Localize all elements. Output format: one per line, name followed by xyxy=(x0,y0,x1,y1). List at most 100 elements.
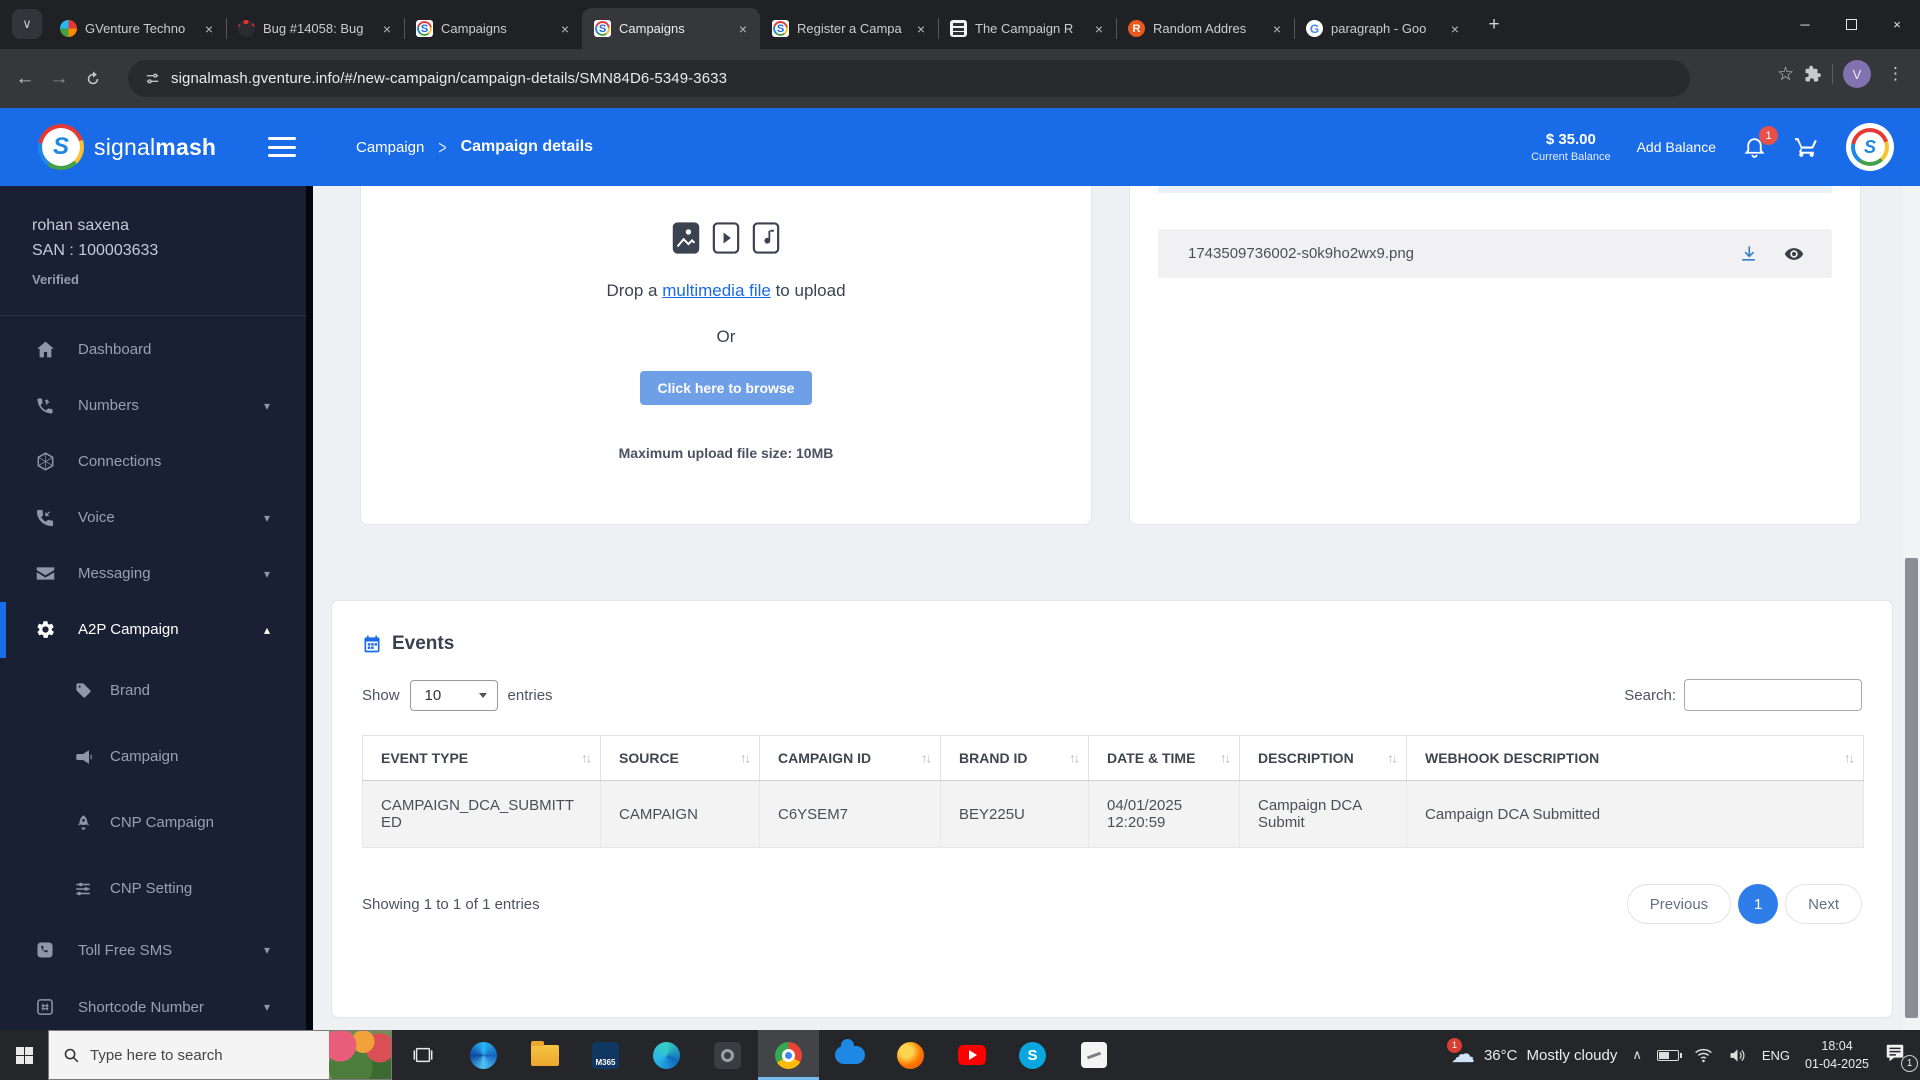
tab-close-icon[interactable]: × xyxy=(912,20,930,38)
sidebar-item-dashboard[interactable]: Dashboard xyxy=(0,322,306,378)
tray-expand-icon[interactable]: ∧ xyxy=(1632,1047,1642,1063)
back-button[interactable]: ← xyxy=(8,62,42,96)
taskbar-search[interactable]: Type here to search xyxy=(48,1030,392,1080)
sidebar-toggle-icon[interactable] xyxy=(268,137,296,157)
sidebar-item-shortcode-number[interactable]: Shortcode Number ▾ xyxy=(0,979,306,1030)
extensions-icon[interactable] xyxy=(1804,65,1822,83)
sidebar-item-toll-free-sms[interactable]: Toll Free SMS ▾ xyxy=(0,922,306,979)
column-header-description[interactable]: DESCRIPTION ↑↓ xyxy=(1239,735,1407,781)
sidebar-subitem-brand[interactable]: Brand xyxy=(0,658,306,724)
browser-profile-avatar[interactable]: V xyxy=(1843,60,1871,88)
column-header-brand-id[interactable]: BRAND ID ↑↓ xyxy=(940,735,1089,781)
volume-icon[interactable] xyxy=(1728,1047,1747,1064)
download-icon[interactable] xyxy=(1739,244,1758,263)
forward-button[interactable]: → xyxy=(42,62,76,96)
tab-close-icon[interactable]: × xyxy=(556,20,574,38)
taskbar-app-m365[interactable]: M365 xyxy=(575,1030,636,1080)
taskbar-app-chrome[interactable] xyxy=(758,1030,819,1080)
column-header-webhook-description[interactable]: WEBHOOK DESCRIPTION ↑↓ xyxy=(1406,735,1864,781)
notifications-button[interactable]: 1 xyxy=(1742,126,1778,160)
multimedia-file-link[interactable]: multimedia file xyxy=(662,281,771,300)
taskbar-app-whiteboard[interactable] xyxy=(1063,1030,1124,1080)
tab-title: Random Addres xyxy=(1153,21,1247,36)
cell-webhook-description: Campaign DCA Submitted xyxy=(1406,780,1864,848)
search-highlight-image[interactable] xyxy=(329,1031,391,1079)
taskbar-app-pinwheel[interactable] xyxy=(453,1030,514,1080)
site-info-icon[interactable] xyxy=(144,70,161,87)
browser-tab[interactable]: G paragraph - Goo × xyxy=(1294,8,1472,49)
sidebar-subitem-cnp-campaign[interactable]: CNP Campaign xyxy=(0,790,306,856)
page-size-select[interactable]: 10 xyxy=(409,679,498,711)
sidebar-subitem-campaign[interactable]: Campaign xyxy=(0,724,306,790)
wifi-icon[interactable] xyxy=(1694,1047,1713,1063)
column-header-campaign-id[interactable]: CAMPAIGN ID ↑↓ xyxy=(759,735,941,781)
sidebar-item-messaging[interactable]: Messaging ▾ xyxy=(0,546,306,602)
browser-tab-active[interactable]: Campaigns × xyxy=(582,8,760,49)
events-card: Events Show 10 entries Search: EVENT TYP… xyxy=(331,600,1893,1018)
events-title: Events xyxy=(392,633,455,654)
breadcrumb-campaign[interactable]: Campaign xyxy=(356,139,424,156)
tab-search-button[interactable]: ∨ xyxy=(12,9,42,39)
task-view-button[interactable] xyxy=(392,1030,453,1080)
tab-close-icon[interactable]: × xyxy=(1090,20,1108,38)
sidebar-item-a2p-campaign[interactable]: A2P Campaign ▴ xyxy=(0,601,306,658)
sidebar-scrollbar[interactable] xyxy=(306,186,313,1030)
taskbar-clock[interactable]: 18:04 01-04-2025 xyxy=(1805,1037,1869,1073)
browser-tab[interactable]: R Random Addres × xyxy=(1116,8,1294,49)
sidebar-item-numbers[interactable]: Numbers ▾ xyxy=(0,378,306,434)
tab-close-icon[interactable]: × xyxy=(1446,20,1464,38)
taskbar-app-onedrive[interactable] xyxy=(819,1030,880,1080)
taskbar-app-file-explorer[interactable] xyxy=(514,1030,575,1080)
sidebar-item-label: Campaign xyxy=(110,748,179,766)
whiteboard-icon xyxy=(1080,1042,1107,1068)
new-tab-button[interactable]: + xyxy=(1482,13,1506,37)
tab-close-icon[interactable]: × xyxy=(378,20,396,38)
browser-tab[interactable]: Register a Campa × xyxy=(760,8,938,49)
signalmash-logo[interactable]: signalmash xyxy=(38,124,260,170)
taskbar-app-camera[interactable] xyxy=(697,1030,758,1080)
sidebar-subitem-cnp-setting[interactable]: CNP Setting xyxy=(0,856,306,922)
skype-icon: S xyxy=(1019,1041,1046,1069)
taskbar-app-skype[interactable]: S xyxy=(1002,1030,1063,1080)
browse-button[interactable]: Click here to browse xyxy=(639,371,813,405)
battery-icon[interactable] xyxy=(1656,1049,1682,1061)
action-center-button[interactable]: 1 xyxy=(1884,1042,1918,1072)
tab-close-icon[interactable]: × xyxy=(200,20,218,38)
column-header-source[interactable]: SOURCE ↑↓ xyxy=(600,735,760,781)
column-header-event-type[interactable]: EVENT TYPE ↑↓ xyxy=(362,735,601,781)
bookmark-star-icon[interactable]: ☆ xyxy=(1777,63,1794,86)
reload-button[interactable] xyxy=(76,62,110,96)
browser-tab[interactable]: GVenture Techno × xyxy=(48,8,226,49)
language-indicator[interactable]: ENG xyxy=(1762,1048,1790,1063)
browser-toolbar: ← → signalmash.gventure.info/#/new-campa… xyxy=(0,49,1920,108)
sidebar-item-voice[interactable]: Voice ▾ xyxy=(0,490,306,546)
window-minimize-button[interactable]: ─ xyxy=(1782,0,1828,49)
events-search-input[interactable] xyxy=(1684,679,1862,711)
taskbar-app-firefox[interactable] xyxy=(880,1030,941,1080)
cart-button[interactable] xyxy=(1794,134,1820,160)
column-header-date-time[interactable]: DATE & TIME ↑↓ xyxy=(1088,735,1240,781)
previous-page-button[interactable]: Previous xyxy=(1626,884,1732,924)
start-button[interactable] xyxy=(0,1030,48,1080)
cell-event-type: CAMPAIGN_DCA_SUBMITTED xyxy=(362,780,601,848)
scrollbar-thumb[interactable] xyxy=(1905,558,1918,1018)
tab-close-icon[interactable]: × xyxy=(1268,20,1286,38)
user-avatar[interactable]: S xyxy=(1846,123,1894,171)
page-number-button[interactable]: 1 xyxy=(1738,884,1779,924)
browser-tab[interactable]: The Campaign R × xyxy=(938,8,1116,49)
window-maximize-button[interactable] xyxy=(1828,0,1874,49)
taskbar-weather[interactable]: ☁ 1 36°C Mostly cloudy xyxy=(1446,1038,1617,1067)
page-scrollbar[interactable] xyxy=(1903,186,1920,1030)
browser-tab[interactable]: Bug #14058: Bug × xyxy=(226,8,404,49)
tab-close-icon[interactable]: × xyxy=(734,20,752,38)
sidebar-item-connections[interactable]: Connections xyxy=(0,434,306,490)
taskbar-app-edge[interactable] xyxy=(636,1030,697,1080)
browser-tab[interactable]: Campaigns × xyxy=(404,8,582,49)
window-close-button[interactable]: × xyxy=(1874,0,1920,49)
add-balance-button[interactable]: Add Balance xyxy=(1637,139,1716,155)
taskbar-app-youtube[interactable] xyxy=(941,1030,1002,1080)
preview-eye-icon[interactable] xyxy=(1784,244,1804,264)
address-bar[interactable]: signalmash.gventure.info/#/new-campaign/… xyxy=(128,60,1690,97)
next-page-button[interactable]: Next xyxy=(1785,884,1862,924)
browser-menu-icon[interactable]: ⋮ xyxy=(1881,64,1910,84)
